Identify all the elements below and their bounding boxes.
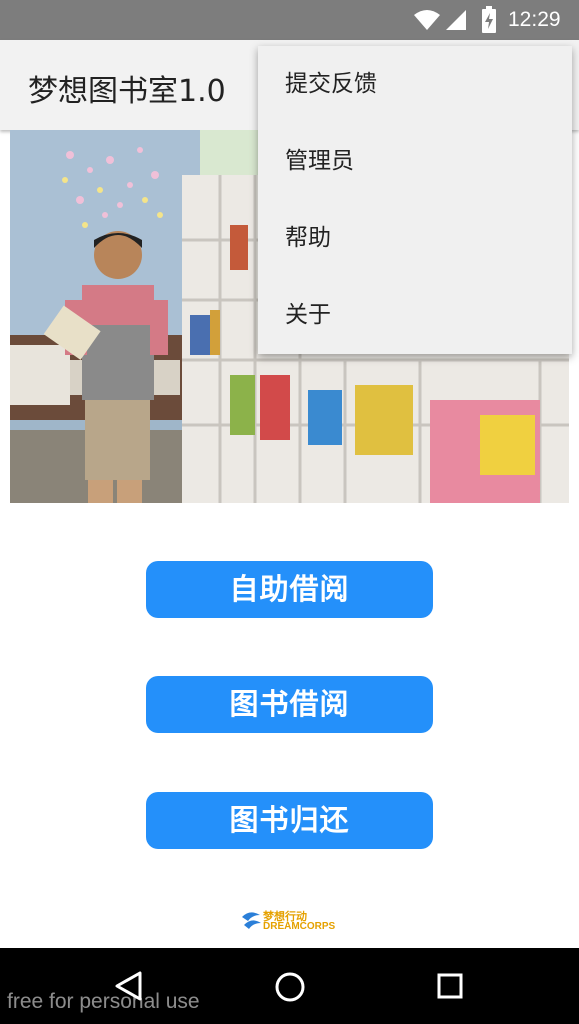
battery-charging-icon: [482, 6, 496, 33]
cellular-signal-icon: [446, 10, 466, 30]
menu-item-feedback[interactable]: 提交反馈: [258, 46, 572, 123]
menu-item-admin[interactable]: 管理员: [258, 123, 572, 200]
self-borrow-button[interactable]: 自助借阅: [146, 561, 433, 618]
overflow-menu: 提交反馈 管理员 帮助 关于: [258, 46, 572, 354]
dreamcorps-logo: 梦想行动 DREAMCORPS: [240, 907, 360, 937]
wifi-icon: [414, 10, 440, 30]
recent-apps-icon[interactable]: [434, 970, 466, 1002]
home-icon[interactable]: [273, 970, 307, 1004]
menu-item-help[interactable]: 帮助: [258, 200, 572, 277]
book-borrow-button[interactable]: 图书借阅: [146, 676, 433, 733]
menu-item-about[interactable]: 关于: [258, 277, 572, 354]
logo-text-en: DREAMCORPS: [263, 921, 336, 932]
app-title: 梦想图书室1.0: [28, 74, 226, 109]
status-time: 12:29: [508, 8, 561, 31]
dreamcorps-logo-icon: [242, 912, 261, 929]
status-bar: 12:29: [0, 0, 579, 40]
book-return-button[interactable]: 图书归还: [146, 792, 433, 849]
watermark-text: free for personal use: [7, 990, 200, 1013]
